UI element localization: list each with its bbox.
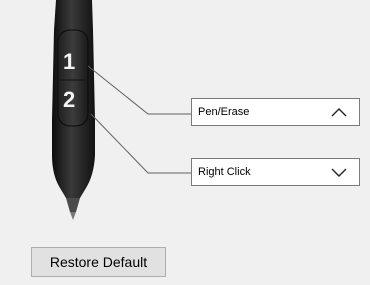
pen-settings-panel: 1 2 Pen/Erase Right Click Restore Defaul… <box>0 0 370 285</box>
chevron-down-icon <box>331 168 347 177</box>
dropdown-value: Pen/Erase <box>198 106 250 118</box>
pen-button-1-label: 1 <box>63 49 76 74</box>
stylus-pen-illustration <box>52 0 191 220</box>
pen-button-2-label: 2 <box>63 87 76 112</box>
pen-tip <box>66 198 80 212</box>
button-2-function-dropdown[interactable]: Right Click <box>191 158 360 186</box>
button-1-function-dropdown[interactable]: Pen/Erase <box>191 98 360 126</box>
pen-nib <box>70 212 76 220</box>
chevron-up-icon <box>331 108 347 117</box>
connector-line-button-2 <box>90 113 191 174</box>
dropdown-value: Right Click <box>198 166 251 178</box>
restore-default-button[interactable]: Restore Default <box>31 247 166 277</box>
connector-line-button-1 <box>87 65 191 115</box>
